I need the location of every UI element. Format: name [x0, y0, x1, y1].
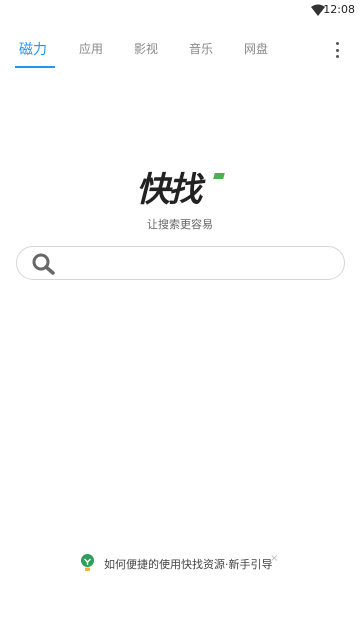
tab-cloud-drive[interactable]: 网盘: [244, 40, 268, 57]
tab-videos[interactable]: 影视: [134, 40, 158, 57]
tab-apps[interactable]: 应用: [79, 40, 103, 57]
status-time: 12:08: [323, 3, 355, 16]
beginner-guide-banner[interactable]: 如何便捷的使用快找资源·新手引导 ×: [0, 553, 360, 575]
tagline: 让搜索更容易: [147, 218, 213, 231]
category-tabs: 磁力 应用 影视 音乐 网盘: [0, 30, 360, 70]
close-icon[interactable]: ×: [270, 553, 278, 564]
app-logo: 快找: [136, 170, 226, 210]
logo-accent: [213, 173, 225, 179]
more-vertical-icon[interactable]: [334, 42, 340, 58]
search-icon[interactable]: [31, 253, 57, 275]
bulb-icon: [81, 554, 94, 571]
tab-magnet[interactable]: 磁力: [19, 39, 47, 59]
search-box[interactable]: [16, 246, 345, 280]
tab-music[interactable]: 音乐: [189, 40, 213, 57]
search-input[interactable]: [65, 253, 335, 275]
guide-text[interactable]: 如何便捷的使用快找资源·新手引导: [104, 556, 273, 572]
logo-text: 快找: [136, 170, 202, 210]
status-bar: 12:08: [0, 0, 360, 20]
active-tab-indicator: [15, 66, 55, 68]
